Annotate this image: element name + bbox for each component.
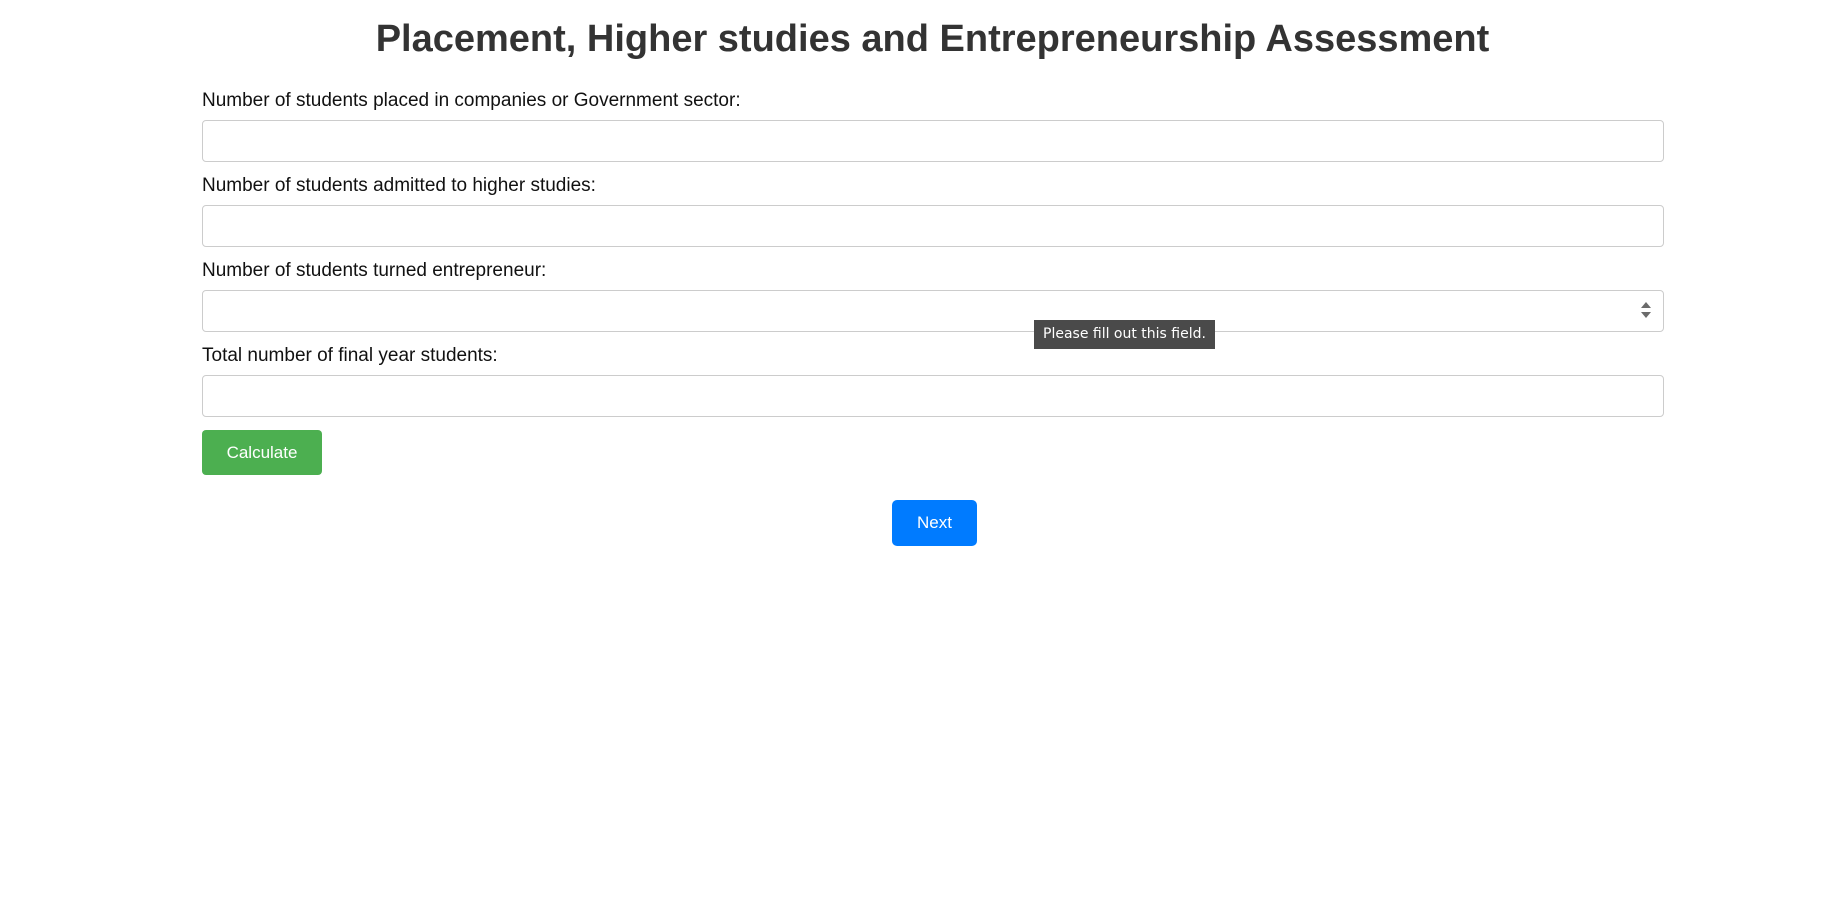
higher-studies-input[interactable] <box>202 205 1664 247</box>
entrepreneur-input[interactable] <box>202 290 1664 332</box>
validation-tooltip: Please fill out this field. <box>1034 320 1215 349</box>
placed-students-label: Number of students placed in companies o… <box>202 90 741 111</box>
spinner-down-icon[interactable] <box>1641 312 1651 318</box>
spinner-up-icon[interactable] <box>1641 302 1651 308</box>
final-year-students-input[interactable] <box>202 375 1664 417</box>
number-spinner[interactable] <box>1638 300 1654 322</box>
placed-students-input[interactable] <box>202 120 1664 162</box>
page-title: Placement, Higher studies and Entreprene… <box>375 18 1490 60</box>
higher-studies-label: Number of students admitted to higher st… <box>202 175 596 196</box>
calculate-button[interactable]: Calculate <box>202 430 322 475</box>
entrepreneur-label: Number of students turned entrepreneur: <box>202 260 547 281</box>
assessment-page: Placement, Higher studies and Entreprene… <box>0 0 1846 897</box>
final-year-students-label: Total number of final year students: <box>202 345 498 366</box>
next-button[interactable]: Next <box>892 500 977 546</box>
